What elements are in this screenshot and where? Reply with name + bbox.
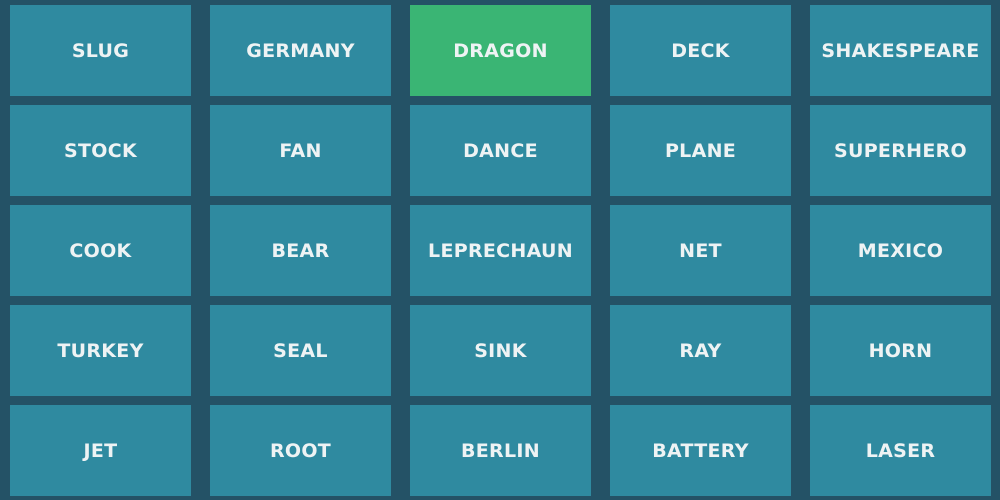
card-word: LASER	[865, 439, 936, 462]
card-word: DANCE	[463, 139, 538, 162]
word-card[interactable]: GERMANY	[210, 5, 391, 96]
card-word: ROOT	[269, 439, 332, 462]
card-word: GERMANY	[246, 39, 355, 62]
word-card[interactable]: FAN	[210, 105, 391, 196]
card-word: COOK	[69, 239, 132, 262]
card-word: SUPERHERO	[833, 139, 967, 162]
card-word: NET	[679, 239, 722, 262]
card-word: BERLIN	[461, 439, 540, 462]
word-card[interactable]: BERLIN	[410, 405, 591, 496]
card-word: SHAKESPEARE	[821, 39, 980, 62]
card-word: LEPRECHAUN	[428, 239, 573, 262]
word-card[interactable]: DANCE	[410, 105, 591, 196]
card-word: MEXICO	[857, 239, 944, 262]
word-card[interactable]: JET	[10, 405, 191, 496]
card-word: BATTERY	[652, 439, 749, 462]
word-card[interactable]: NET	[610, 205, 791, 296]
word-card[interactable]: DECK	[610, 5, 791, 96]
card-word: SLUG	[71, 39, 130, 62]
word-card[interactable]: BATTERY	[610, 405, 791, 496]
card-word: SINK	[474, 339, 527, 362]
word-card[interactable]: SLUG	[10, 5, 191, 96]
card-word: TURKEY	[57, 339, 144, 362]
word-card[interactable]: SHAKESPEARE	[810, 5, 991, 96]
card-word: DECK	[671, 39, 730, 62]
card-word: DRAGON	[453, 39, 548, 62]
word-card[interactable]: COOK	[10, 205, 191, 296]
word-card[interactable]: LEPRECHAUN	[410, 205, 591, 296]
card-word: JET	[83, 439, 118, 462]
word-card[interactable]: PLANE	[610, 105, 791, 196]
word-card[interactable]: BEAR	[210, 205, 391, 296]
card-word: FAN	[279, 139, 322, 162]
word-card[interactable]: SEAL	[210, 305, 391, 396]
word-card[interactable]: RAY	[610, 305, 791, 396]
card-word: RAY	[679, 339, 722, 362]
word-card[interactable]: MEXICO	[810, 205, 991, 296]
word-card[interactable]: SINK	[410, 305, 591, 396]
card-word: STOCK	[64, 139, 137, 162]
game-board: SLUG GERMANY DRAGON DECK SHAKESPEARE STOCK FAN…	[0, 0, 1000, 500]
word-card[interactable]: STOCK	[10, 105, 191, 196]
card-word: BEAR	[271, 239, 330, 262]
word-card[interactable]: ROOT	[210, 405, 391, 496]
word-card[interactable]: TURKEY	[10, 305, 191, 396]
word-card[interactable]: LASER	[810, 405, 991, 496]
card-word: SEAL	[273, 339, 328, 362]
word-card[interactable]: SUPERHERO	[810, 105, 991, 196]
card-word: HORN	[868, 339, 933, 362]
card-word: PLANE	[664, 139, 737, 162]
word-card[interactable]: DRAGON	[410, 5, 591, 96]
word-card[interactable]: HORN	[810, 305, 991, 396]
